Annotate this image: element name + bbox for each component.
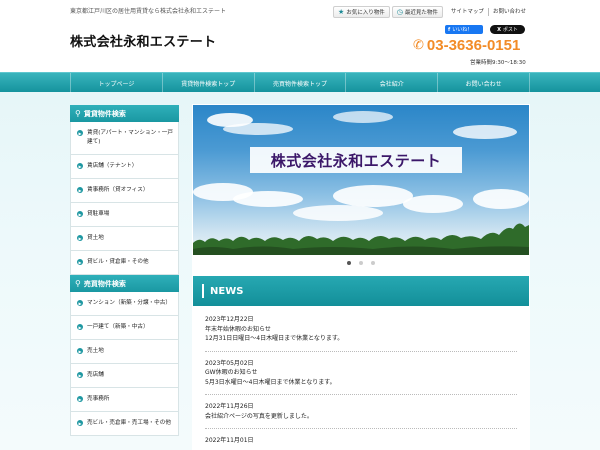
arrow-right-icon: ▶	[77, 187, 83, 193]
phone-number[interactable]: ✆ 03-3636-0151	[413, 37, 520, 54]
cloud-shape	[453, 125, 517, 139]
sidebar-item-rental-parking[interactable]: ▶ 貸駐車場	[70, 203, 179, 227]
facebook-icon: f	[448, 26, 451, 33]
arrow-right-icon: ▶	[77, 420, 83, 426]
sidebar-item-sale-mansion[interactable]: ▶ マンション（新築・分譲・中古）	[70, 292, 179, 316]
clock-icon: ◷	[396, 7, 403, 16]
x-icon: X	[497, 26, 501, 33]
sidebar-item-rental-other[interactable]: ▶ 貸ビル・貸倉庫・その他	[70, 251, 179, 275]
news-item[interactable]: 2022年11月26日 会社紹介ページの写真を更新しました。	[205, 402, 517, 429]
nav-company[interactable]: 会社紹介	[346, 73, 439, 93]
news-title: GW休暇のお知らせ	[205, 369, 258, 376]
sidebar-item-sale-house[interactable]: ▶ 一戸建て（新築・中古）	[70, 316, 179, 340]
news-item[interactable]: 2022年11月01日	[205, 436, 517, 450]
sidebar-item-rental-land[interactable]: ▶ 貸土地	[70, 227, 179, 251]
news-item[interactable]: 2023年05月02日 GW休暇のお知らせ 5月3日水曜日～4日木曜日まで休業と…	[205, 359, 517, 395]
nav-sale-search[interactable]: 売買物件検索トップ	[255, 73, 347, 93]
cloud-shape	[473, 189, 529, 209]
search-icon: ⚲	[75, 109, 81, 118]
news-title: 年末年始休暇のお知らせ	[205, 325, 271, 333]
arrow-right-icon: ▶	[77, 300, 83, 306]
cloud-shape	[233, 191, 303, 207]
arrow-right-icon: ▶	[77, 259, 83, 265]
nav-contact[interactable]: お問い合わせ	[438, 73, 530, 93]
arrow-right-icon: ▶	[77, 163, 83, 169]
slider-dot[interactable]	[371, 261, 375, 265]
news-date: 2022年11月01日	[205, 437, 254, 444]
hero-banner-text: 株式会社永和エステート	[250, 147, 462, 173]
sidebar-item-rental-residential[interactable]: ▶ 賃貸(アパート・マンション・一戸建て)	[70, 122, 179, 155]
sidebar-item-sale-land[interactable]: ▶ 売土地	[70, 340, 179, 364]
arrow-right-icon: ▶	[77, 235, 83, 241]
sidebar-item-rental-shop[interactable]: ▶ 賃店舗（テナント）	[70, 155, 179, 179]
news-title: 会社紹介ページの写真を更新しました。	[205, 412, 313, 420]
sidebar: ⚲ 賃貸物件検索 ▶ 賃貸(アパート・マンション・一戸建て) ▶ 賃店舗（テナン…	[70, 105, 179, 436]
news-item[interactable]: 2023年12月22日 年末年始休暇のお知らせ 12月31日日曜日～4日木曜日ま…	[205, 315, 517, 352]
cloud-shape	[333, 185, 413, 207]
main-content: 株式会社永和エステート NEWS 2023年12月22日 年末年始休暇のお知らせ…	[192, 104, 530, 450]
sidebar-item-sale-office[interactable]: ▶ 売事務所	[70, 388, 179, 412]
news-list: 2023年12月22日 年末年始休暇のお知らせ 12月31日日曜日～4日木曜日ま…	[205, 315, 517, 450]
cloud-shape	[293, 205, 383, 221]
sidebar-item-sale-shop[interactable]: ▶ 売店舗	[70, 364, 179, 388]
search-icon: ⚲	[75, 279, 81, 288]
utility-bar: ★ お気に入り物件 ◷ 最近見た物件 サイトマップ お問い合わせ	[333, 6, 530, 18]
news-body: 12月31日日曜日～4日木曜日まで休業となります。	[205, 335, 344, 342]
phone-icon: ✆	[413, 38, 424, 53]
sidebar-item-rental-office[interactable]: ▶ 賃事務所（貸オフィス）	[70, 179, 179, 203]
news-heading: NEWS	[193, 276, 529, 306]
news-date: 2022年11月26日	[205, 403, 254, 410]
facebook-like-button[interactable]: f いいね！	[445, 25, 483, 34]
news-body: 5月3日水曜日～4日木曜日まで休業となります。	[205, 378, 336, 386]
arrow-right-icon: ▶	[77, 130, 83, 136]
nav-top-page[interactable]: トップページ	[70, 73, 163, 93]
sitemap-link[interactable]: サイトマップ	[447, 8, 488, 16]
global-nav: トップページ 賃貸物件検索トップ 売買物件検索トップ 会社紹介 お問い合わせ	[0, 72, 600, 93]
tree-line-image	[193, 223, 529, 255]
x-post-button[interactable]: X ポスト	[490, 25, 525, 34]
sale-search-heading: ⚲ 売買物件検索	[70, 275, 179, 292]
cloud-shape	[333, 111, 393, 123]
arrow-right-icon: ▶	[77, 348, 83, 354]
sidebar-item-sale-other[interactable]: ▶ 売ビル・売倉庫・売工場・その他	[70, 412, 179, 436]
slider-dot[interactable]	[347, 261, 351, 265]
business-hours: 営業時間9:30～18:30	[470, 60, 526, 66]
arrow-right-icon: ▶	[77, 396, 83, 402]
cloud-shape	[223, 123, 293, 135]
arrow-right-icon: ▶	[77, 211, 83, 217]
slider-pagination	[192, 261, 530, 265]
company-logo-text[interactable]: 株式会社永和エステート	[70, 31, 216, 50]
news-date: 2023年12月22日	[205, 316, 254, 323]
contact-link[interactable]: お問い合わせ	[487, 8, 530, 16]
nav-rental-search[interactable]: 賃貸物件検索トップ	[163, 73, 255, 93]
hero-slider[interactable]: 株式会社永和エステート	[193, 105, 529, 255]
site-tagline: 東京都江戸川区の居住用賃貸なら株式会社永和エステート	[70, 8, 227, 15]
cloud-shape	[403, 195, 463, 213]
news-date: 2023年05月02日	[205, 359, 254, 367]
star-icon: ★	[338, 7, 345, 16]
rental-search-heading: ⚲ 賃貸物件検索	[70, 105, 179, 122]
favorites-button[interactable]: ★ お気に入り物件	[333, 6, 390, 18]
arrow-right-icon: ▶	[77, 324, 83, 330]
slider-dot[interactable]	[359, 261, 363, 265]
social-buttons: f いいね！ X ポスト	[445, 25, 525, 34]
recent-viewed-button[interactable]: ◷ 最近見た物件	[391, 6, 443, 18]
arrow-right-icon: ▶	[77, 372, 83, 378]
